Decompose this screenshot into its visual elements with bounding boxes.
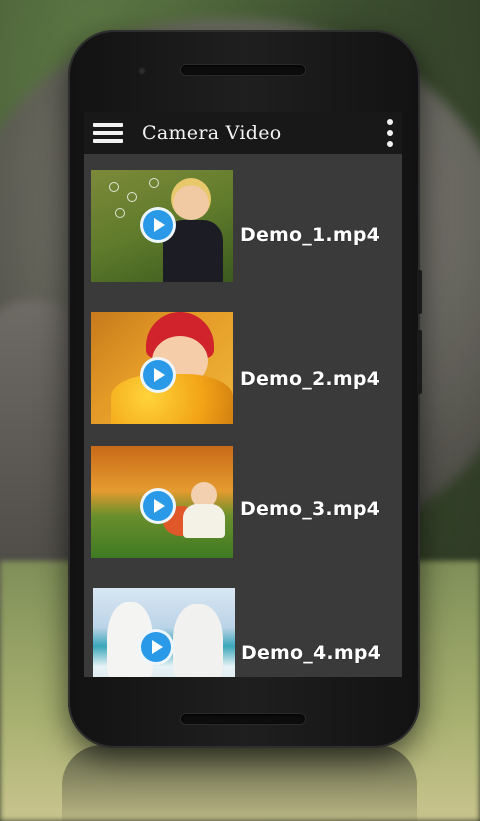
play-icon[interactable] <box>143 491 173 521</box>
video-item-2[interactable]: Demo_2.mp4 <box>84 302 402 424</box>
play-icon[interactable] <box>141 632 171 662</box>
hamburger-menu-icon[interactable] <box>93 122 123 144</box>
video-item-3[interactable]: Demo_3.mp4 <box>84 440 402 558</box>
video-file-name: Demo_2.mp4 <box>240 368 381 390</box>
play-icon[interactable] <box>143 360 173 390</box>
app-bar: Camera Video <box>84 112 402 154</box>
front-camera <box>138 67 146 75</box>
video-file-name: Demo_4.mp4 <box>241 642 382 664</box>
app-title: Camera Video <box>142 122 282 144</box>
video-file-name: Demo_3.mp4 <box>240 498 381 520</box>
video-file-name: Demo_1.mp4 <box>240 224 381 246</box>
video-item-4[interactable]: Demo_4.mp4 <box>84 578 402 677</box>
earpiece-speaker <box>181 65 305 75</box>
volume-button <box>417 270 422 314</box>
bottom-speaker <box>181 714 305 724</box>
video-thumbnail[interactable] <box>93 588 235 677</box>
video-thumbnail[interactable] <box>91 312 233 424</box>
power-button <box>417 330 422 394</box>
play-icon[interactable] <box>143 210 173 240</box>
video-item-1[interactable]: Demo_1.mp4 <box>84 164 402 282</box>
video-thumbnail[interactable] <box>91 170 233 282</box>
app-screen: Camera Video Demo_1.mp4 Demo_2.mp4 Demo_… <box>84 112 402 677</box>
video-thumbnail[interactable] <box>91 446 233 558</box>
more-vertical-icon[interactable] <box>387 119 393 149</box>
